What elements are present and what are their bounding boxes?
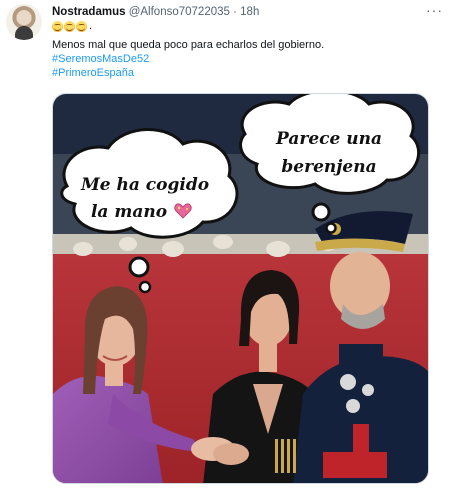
- tweet-header: Nostradamus @Alfonso70722035 · 18h: [52, 5, 259, 19]
- bubble-left-line-1: Me ha cogido: [80, 175, 209, 195]
- emoji-line: .: [52, 19, 92, 33]
- separator-dot: ·: [233, 6, 237, 18]
- grinning-face-icon: [52, 20, 63, 32]
- hashtag-link[interactable]: #PrimeroEspaña: [52, 66, 134, 80]
- hashtag-link[interactable]: #SeremosMasDe52: [52, 52, 149, 66]
- bubble-right-line-1: Parece una: [275, 129, 382, 149]
- timestamp[interactable]: 18h: [240, 6, 259, 18]
- bubble-left-line-2: la mano: [91, 202, 167, 222]
- display-name[interactable]: Nostradamus: [52, 6, 126, 18]
- ellipsis-icon[interactable]: ···: [426, 2, 443, 18]
- avatar[interactable]: [6, 4, 42, 40]
- grinning-face-icon: [76, 20, 87, 32]
- bubble-right-line-2: berenjena: [281, 157, 376, 177]
- tweet-media-image[interactable]: Me ha cogido la mano Parece una berenjen…: [52, 93, 429, 484]
- grinning-face-icon: [64, 20, 75, 32]
- user-handle[interactable]: @Alfonso70722035: [129, 6, 230, 18]
- tweet-text: Menos mal que queda poco para echarlos d…: [52, 39, 325, 51]
- emoji-tail: .: [89, 20, 93, 32]
